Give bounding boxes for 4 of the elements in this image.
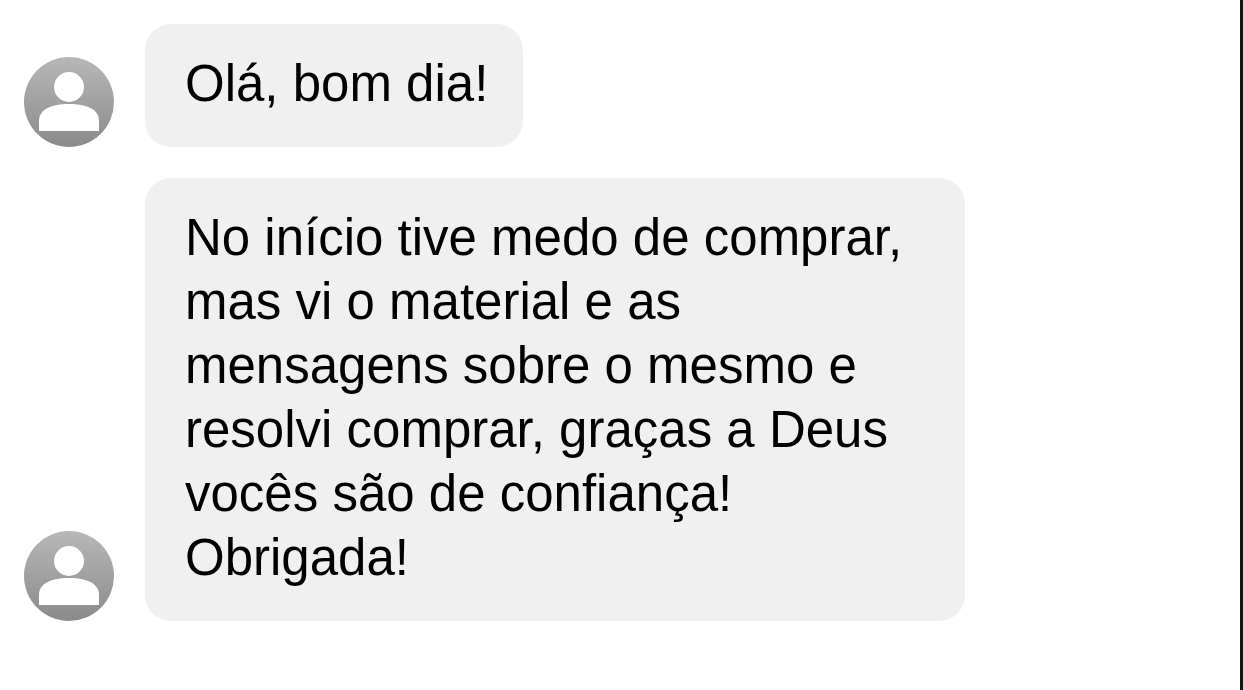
avatar-icon <box>24 531 114 621</box>
message-bubble: No início tive medo de comprar, mas vi o material e as mensagens sobre o mesmo e resolvi comprar, graças a Deus vocês são de confiança! Obrigada! <box>145 178 965 621</box>
avatar-icon <box>24 57 114 147</box>
message-bubble: Olá, bom dia! <box>145 24 524 147</box>
